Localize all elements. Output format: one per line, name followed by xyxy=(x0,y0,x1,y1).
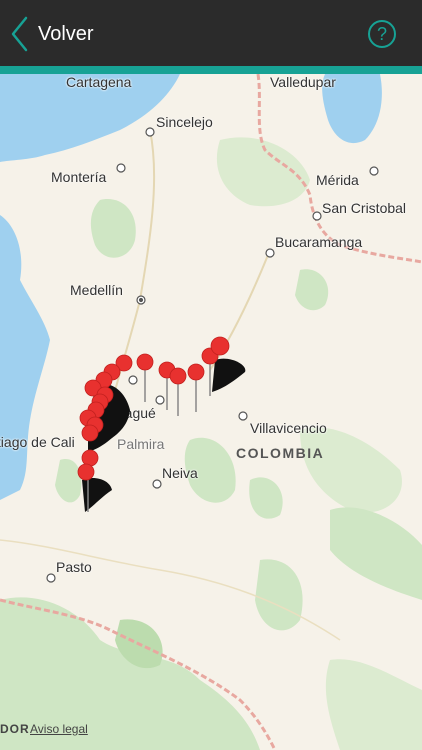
back-label: Volver xyxy=(38,22,94,45)
chevron-left-icon xyxy=(11,16,28,52)
city-label-villavicencio: Villavicencio xyxy=(250,420,327,436)
city-label-monteria: Montería xyxy=(51,169,107,185)
city-label-cali: Santiago de Cali xyxy=(0,434,75,450)
city-label-medellin: Medellín xyxy=(70,282,123,298)
city-label-neiva: Neiva xyxy=(162,465,198,481)
help-icon[interactable]: ? xyxy=(368,20,396,48)
city-label-cartagena: Cartagena xyxy=(66,74,132,90)
city-label-pasto: Pasto xyxy=(56,559,92,575)
country-label: COLOMBIA xyxy=(236,445,325,461)
map-view[interactable]: Cartagena Valledupar Sincelejo Montería … xyxy=(0,74,422,750)
legal-link[interactable]: Aviso legal xyxy=(30,722,88,736)
city-label-palmira: Palmira xyxy=(117,436,165,452)
city-label-merida: Mérida xyxy=(316,172,359,188)
neighbor-country-label: DOR xyxy=(0,722,30,736)
city-label-bucaramanga: Bucaramanga xyxy=(275,234,363,250)
city-label-ibague: Ibagué xyxy=(113,405,156,421)
back-button[interactable]: Volver xyxy=(10,14,94,54)
city-label-sincelejo: Sincelejo xyxy=(156,114,213,130)
city-label-valledupar: Valledupar xyxy=(270,74,336,90)
navigation-bar: Volver ? xyxy=(0,0,422,66)
accent-strip xyxy=(0,66,422,74)
city-label-san-cristobal: San Cristobal xyxy=(322,200,407,216)
